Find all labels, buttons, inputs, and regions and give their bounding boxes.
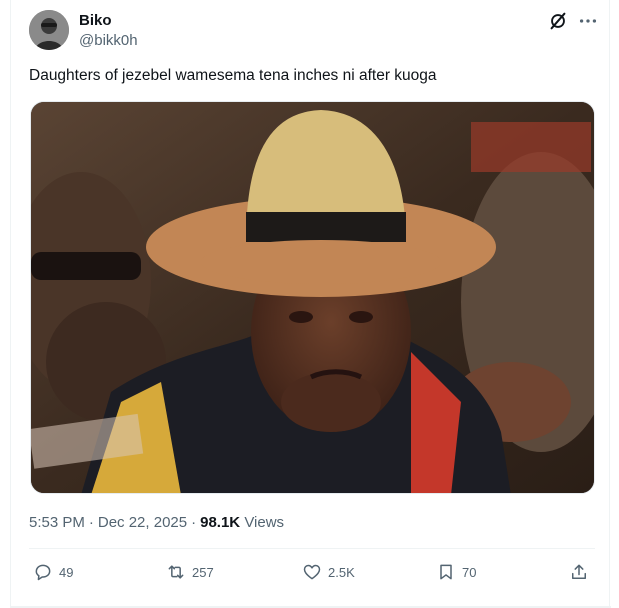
meta-separator-2: · — [191, 514, 197, 531]
reply-count: 49 — [59, 564, 74, 580]
retweet-icon — [166, 562, 186, 582]
grok-icon[interactable] — [547, 10, 569, 32]
views-count[interactable]: 98.1K — [200, 514, 240, 531]
retweet-count: 257 — [192, 564, 214, 580]
author-handle[interactable]: @bikk0h — [79, 32, 138, 49]
more-horizontal-icon[interactable] — [577, 10, 599, 32]
avatar[interactable] — [29, 10, 69, 50]
tweet-time[interactable]: 5:53 PM — [29, 514, 85, 531]
reply-button[interactable]: 49 — [33, 562, 73, 582]
tweet-card: Biko @bikk0h Daughters of jezebel wamese… — [10, 0, 611, 608]
divider — [29, 548, 595, 549]
like-button[interactable]: 2.5K — [302, 562, 355, 582]
share-button[interactable] — [569, 562, 589, 582]
tweet-meta: 5:53 PM · Dec 22, 2025 · 98.1K Views — [29, 514, 284, 531]
tweet-text: Daughters of jezebel wamesema tena inche… — [29, 67, 437, 84]
views-label: Views — [244, 514, 285, 531]
tweet-photo[interactable] — [30, 101, 595, 494]
meta-separator: · — [88, 514, 94, 531]
action-bar: 49 257 2.5K 70 — [11, 558, 611, 590]
bookmark-button[interactable]: 70 — [436, 562, 476, 582]
tweet-date[interactable]: Dec 22, 2025 — [98, 514, 187, 531]
reply-icon — [33, 562, 53, 582]
like-count: 2.5K — [328, 564, 355, 580]
share-icon — [569, 562, 589, 582]
author-name[interactable]: Biko — [79, 12, 112, 29]
bookmark-count: 70 — [462, 564, 477, 580]
retweet-button[interactable]: 257 — [166, 562, 214, 582]
heart-icon — [302, 562, 322, 582]
bookmark-icon — [436, 562, 456, 582]
